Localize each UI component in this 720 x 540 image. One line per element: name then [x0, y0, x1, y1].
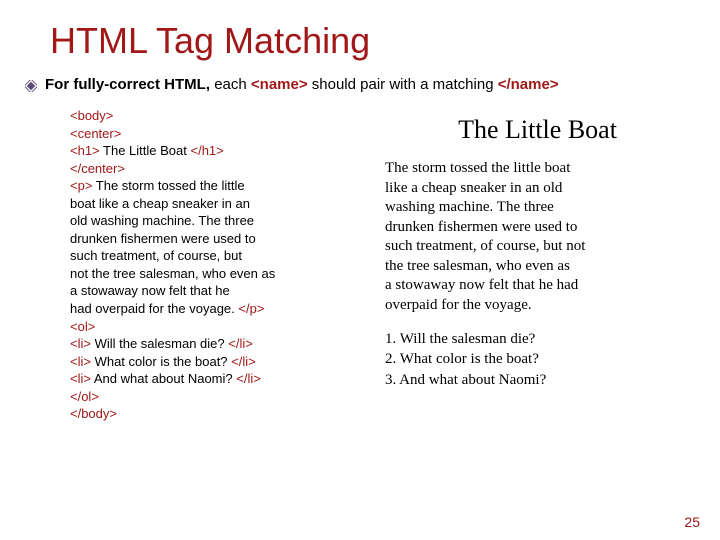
- bullet-each: each: [214, 76, 251, 93]
- code-line: </h1>: [190, 143, 223, 158]
- code-text: Will the salesman die?: [91, 336, 228, 351]
- code-line: </p>: [238, 301, 264, 316]
- left-column-code: <body> <center> <h1> The Little Boat </h…: [50, 107, 355, 423]
- code-text: had overpaid for the voyage.: [70, 301, 238, 316]
- code-text: What color is the boat?: [91, 354, 231, 369]
- bullet-close-tag: </name>: [498, 76, 559, 93]
- code-line: <li>: [70, 336, 91, 351]
- right-column-rendered: The Little Boat The storm tossed the lit…: [385, 107, 690, 423]
- code-text: not the tree salesman, who even as: [70, 266, 275, 281]
- rendered-heading: The Little Boat: [385, 115, 690, 145]
- slide: HTML Tag Matching For fully-correct HTML…: [0, 0, 720, 540]
- code-line: </body>: [70, 406, 117, 421]
- list-item: 2. What color is the boat?: [385, 349, 690, 369]
- rendered-line: such treatment, of course, but not: [385, 238, 585, 254]
- code-text: a stowaway now felt that he: [70, 283, 230, 298]
- rendered-line: drunken fishermen were used to: [385, 219, 577, 235]
- code-text: boat like a cheap sneaker in an: [70, 196, 250, 211]
- rendered-line: overpaid for the voyage.: [385, 297, 532, 313]
- code-text: such treatment, of course, but: [70, 248, 242, 263]
- code-line: <li>: [70, 371, 91, 386]
- bullet-mid: should pair with a matching: [308, 76, 498, 93]
- rendered-line: the tree salesman, who even as: [385, 258, 570, 274]
- rendered-paragraph: The storm tossed the little boat like a …: [385, 159, 690, 315]
- rendered-ordered-list: 1. Will the salesman die? 2. What color …: [385, 329, 690, 390]
- code-line: </ol>: [70, 389, 99, 404]
- code-text: And what about Naomi?: [91, 371, 236, 386]
- slide-title: HTML Tag Matching: [50, 20, 690, 62]
- code-line: <body>: [70, 108, 113, 123]
- code-line: </center>: [70, 161, 125, 176]
- two-column-layout: <body> <center> <h1> The Little Boat </h…: [50, 107, 690, 423]
- code-block: <body> <center> <h1> The Little Boat </h…: [70, 107, 355, 423]
- code-text: drunken fishermen were used to: [70, 231, 256, 246]
- code-line: <center>: [70, 126, 121, 141]
- bullet-text: For fully-correct HTML, each <name> shou…: [45, 76, 559, 93]
- code-text: The storm tossed the little: [92, 178, 244, 193]
- code-text: old washing machine. The three: [70, 213, 254, 228]
- code-line: </li>: [228, 336, 253, 351]
- list-item: 1. Will the salesman die?: [385, 329, 690, 349]
- code-line: </li>: [236, 371, 261, 386]
- code-line: <h1>: [70, 143, 100, 158]
- rendered-line: The storm tossed the little boat: [385, 160, 570, 176]
- list-item: 3. And what about Naomi?: [385, 370, 690, 390]
- bullet-pre: For fully-correct HTML,: [45, 76, 214, 93]
- diamond-bullet-icon: [25, 79, 37, 91]
- code-line: </li>: [231, 354, 256, 369]
- code-line: <li>: [70, 354, 91, 369]
- code-line: <p>: [70, 178, 92, 193]
- bullet-row: For fully-correct HTML, each <name> shou…: [25, 76, 690, 93]
- rendered-line: washing machine. The three: [385, 199, 554, 215]
- rendered-line: a stowaway now felt that he had: [385, 277, 578, 293]
- bullet-open-tag: <name>: [251, 76, 308, 93]
- code-text: The Little Boat: [100, 143, 191, 158]
- page-number: 25: [684, 514, 700, 530]
- code-line: <ol>: [70, 319, 95, 334]
- rendered-line: like a cheap sneaker in an old: [385, 180, 562, 196]
